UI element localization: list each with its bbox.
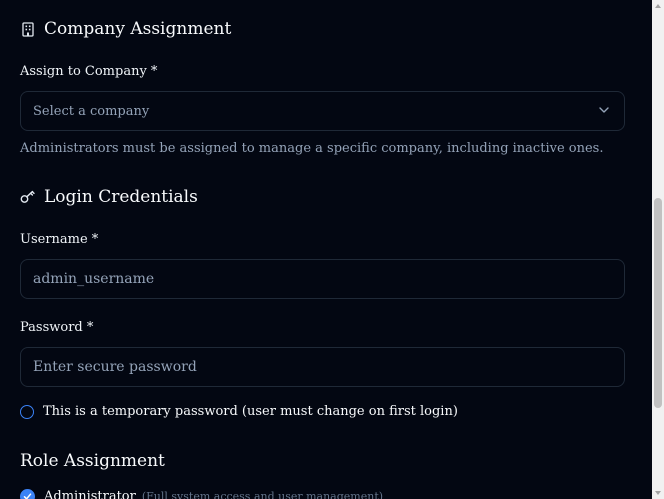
role-option-administrator[interactable]: Administrator (Full system access and us… (20, 489, 383, 499)
company-section-title-text: Company Assignment (44, 19, 232, 39)
chevron-down-icon (598, 104, 610, 116)
username-input[interactable] (33, 271, 573, 287)
scroll-down-arrow-icon[interactable] (655, 491, 661, 495)
role-section-title: Role Assignment (20, 451, 165, 471)
checkmark-icon[interactable] (20, 489, 35, 499)
form-page: Company Assignment Assign to Company * S… (0, 0, 664, 499)
password-label: Password * (20, 320, 94, 335)
login-section-title: Login Credentials (20, 187, 198, 207)
key-icon (20, 189, 36, 205)
scroll-up-arrow-icon[interactable] (655, 4, 661, 8)
password-input[interactable] (33, 359, 573, 375)
company-section-title: Company Assignment (20, 19, 231, 39)
scrollbar[interactable] (652, 0, 664, 499)
login-section-title-text: Login Credentials (44, 187, 198, 207)
company-helper-text: Administrators must be assigned to manag… (20, 141, 604, 156)
temporary-password-checkbox[interactable] (20, 404, 34, 419)
assign-company-label: Assign to Company * (20, 64, 158, 79)
role-name: Administrator (44, 489, 136, 499)
temporary-password-option[interactable]: This is a temporary password (user must … (20, 404, 458, 419)
company-select-value: Select a company (33, 103, 150, 119)
scrollbar-thumb[interactable] (654, 198, 662, 408)
building-icon (20, 21, 36, 37)
password-field[interactable] (20, 347, 625, 387)
company-select[interactable]: Select a company (20, 91, 625, 131)
role-description: (Full system access and user management) (141, 490, 384, 499)
temporary-password-label: This is a temporary password (user must … (43, 404, 458, 419)
role-section-title-text: Role Assignment (20, 451, 165, 471)
username-label: Username * (20, 232, 99, 247)
username-field[interactable] (20, 259, 625, 299)
